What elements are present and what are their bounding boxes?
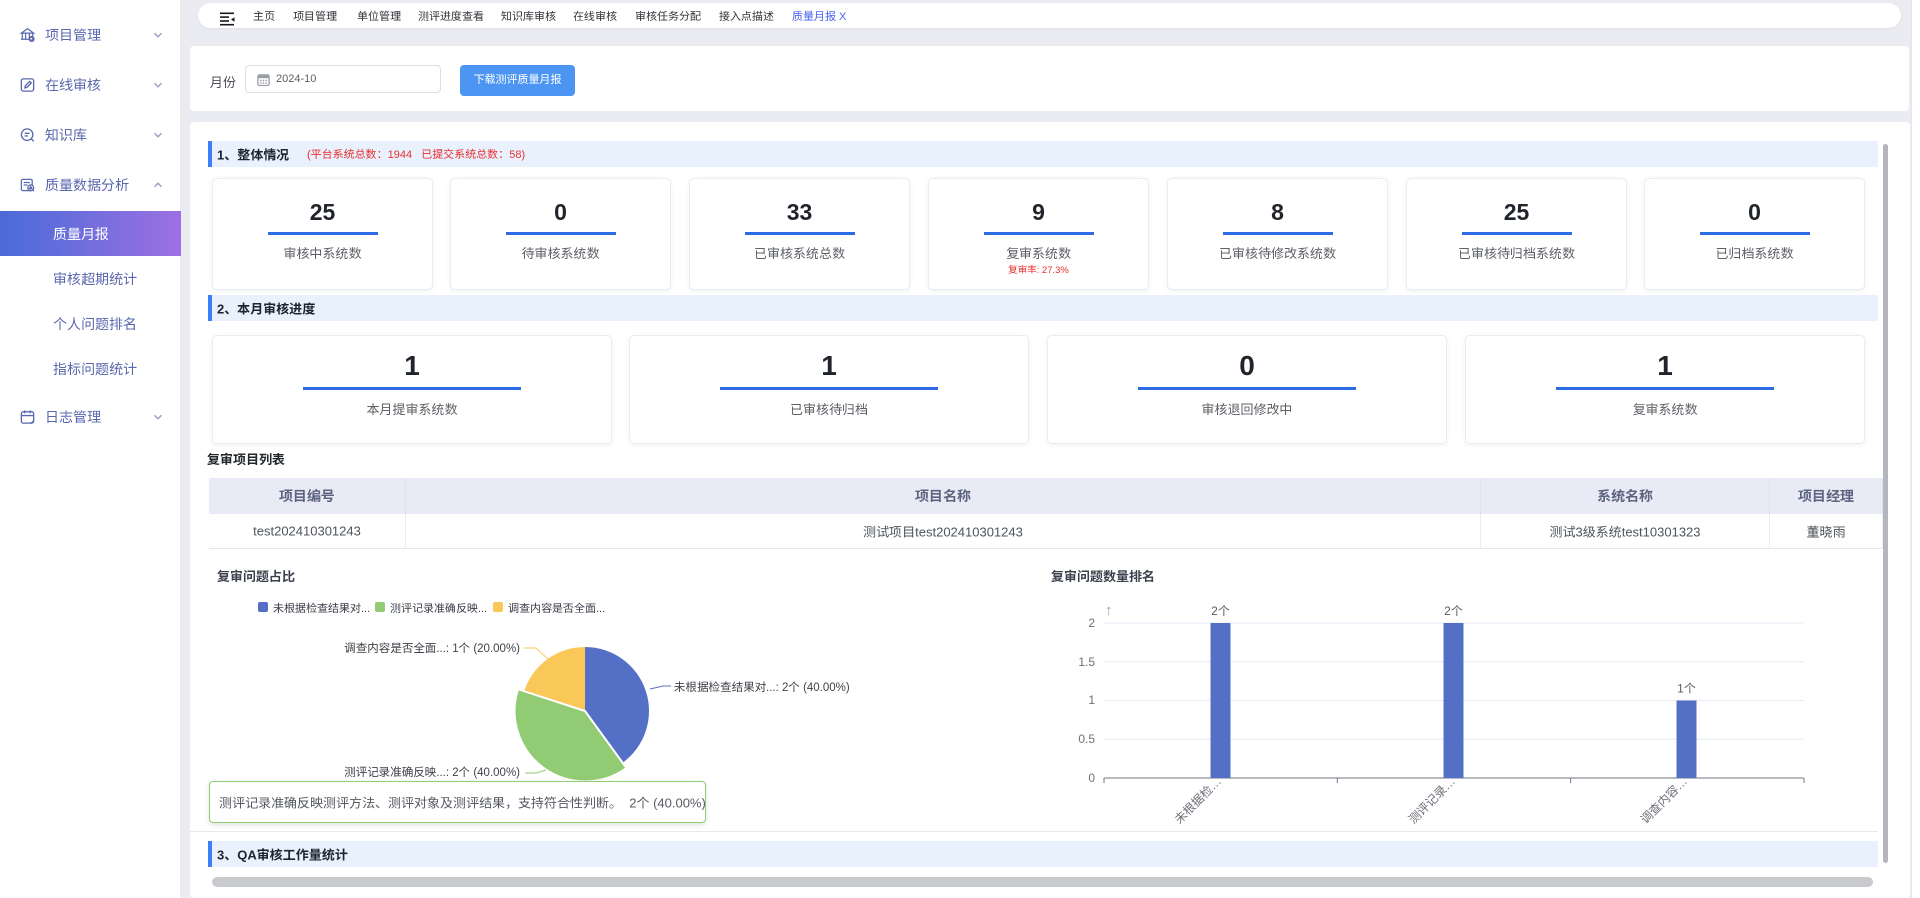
svg-text:0: 0 (1088, 771, 1095, 785)
svg-text:2个: 2个 (1211, 604, 1230, 618)
svg-text:调查内容是否全面...: 1个 (20.00%): 调查内容是否全面...: 1个 (20.00%) (344, 642, 520, 655)
svg-text:调查内容…: 调查内容… (1638, 774, 1690, 826)
svg-text:测评记录…: 测评记录… (1406, 774, 1458, 826)
svg-text:↑: ↑ (1105, 602, 1113, 619)
svg-text:1: 1 (1088, 693, 1095, 707)
svg-text:未根据检查结果对...: 2个 (40.00%): 未根据检查结果对...: 2个 (40.00%) (674, 680, 850, 694)
svg-text:未根据检…: 未根据检… (1171, 774, 1224, 827)
svg-text:1.5: 1.5 (1078, 655, 1095, 669)
svg-text:0.5: 0.5 (1078, 732, 1095, 746)
svg-text:2: 2 (1088, 616, 1095, 630)
svg-text:1个: 1个 (1677, 682, 1696, 696)
svg-text:测评记录准确反映...: 2个 (40.00%): 测评记录准确反映...: 2个 (40.00%) (344, 765, 520, 779)
svg-text:2个: 2个 (1444, 604, 1463, 618)
